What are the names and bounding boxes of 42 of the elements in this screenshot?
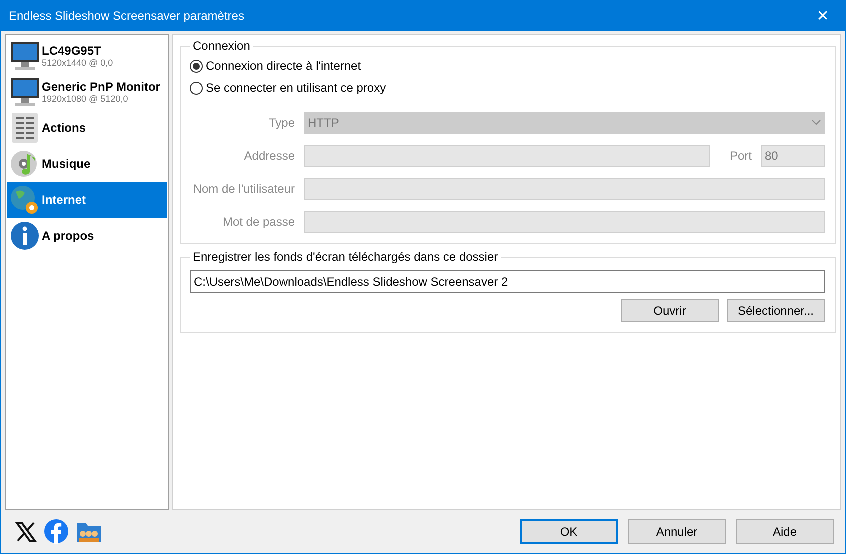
chevron-icon: [812, 120, 821, 126]
window-title: Endless Slideshow Screensaver paramètres: [9, 9, 244, 23]
item-label: Generic PnP Monitor: [42, 80, 160, 94]
globe-gear-icon: [10, 184, 40, 216]
radio-option[interactable]: Connexion directe à l'internet: [190, 55, 825, 77]
item-label: A propos: [42, 229, 94, 243]
folder-path-field[interactable]: C:\Users\Me\Downloads\Endless Slideshow Screensaver 2: [190, 270, 825, 293]
radio-button[interactable]: [190, 60, 203, 72]
close-button[interactable]: ✕: [801, 1, 845, 31]
sidebar-item[interactable]: Actions: [7, 110, 167, 146]
item-label: Internet: [42, 193, 86, 207]
sidebar-item[interactable]: Internet: [7, 182, 167, 218]
monitor-icon: [10, 76, 40, 108]
music-disc-icon: [10, 148, 40, 180]
field-label: Mot de passe: [222, 215, 295, 229]
facebook-icon[interactable]: [44, 519, 69, 544]
x-logo-icon[interactable]: [15, 520, 37, 542]
folder-button[interactable]: Sélectionner...: [727, 299, 825, 322]
sidebar-item[interactable]: Generic PnP Monitor 1920x1080 @ 5120,0: [7, 74, 167, 110]
sidebar-item[interactable]: Musique: [7, 146, 167, 182]
monitor-icon: [10, 40, 40, 72]
group-title: Enregistrer les fonds d'écran téléchargés dans ce dossier: [192, 250, 500, 264]
sidebar-item[interactable]: A propos: [7, 218, 167, 254]
radio-button[interactable]: [190, 82, 203, 94]
folder-button[interactable]: Ouvrir: [621, 299, 719, 322]
item-label: Actions: [42, 121, 86, 135]
field-label: Addresse: [243, 149, 295, 163]
item-label: LC49G95T: [42, 44, 102, 58]
item-detail: 5120x1440 @ 0,0: [42, 58, 114, 68]
field-label: Nom de l'utilisateur: [192, 182, 295, 196]
group-title: Connexion: [192, 39, 252, 53]
info-icon: [10, 220, 40, 252]
field-label: Type: [268, 116, 295, 130]
item-detail: 1920x1080 @ 5120,0: [42, 94, 130, 104]
dialog-button[interactable]: Aide: [736, 519, 834, 544]
sidebar-item[interactable]: LC49G95T 5120x1440 @ 0,0: [7, 38, 167, 74]
list-icon: [10, 112, 40, 144]
dialog-button[interactable]: OK: [520, 519, 618, 544]
field-label: Port: [730, 149, 752, 163]
radio-option[interactable]: Se connecter en utilisant ce proxy: [190, 77, 825, 99]
item-label: Musique: [42, 157, 91, 171]
dialog-button[interactable]: Annuler: [628, 519, 726, 544]
